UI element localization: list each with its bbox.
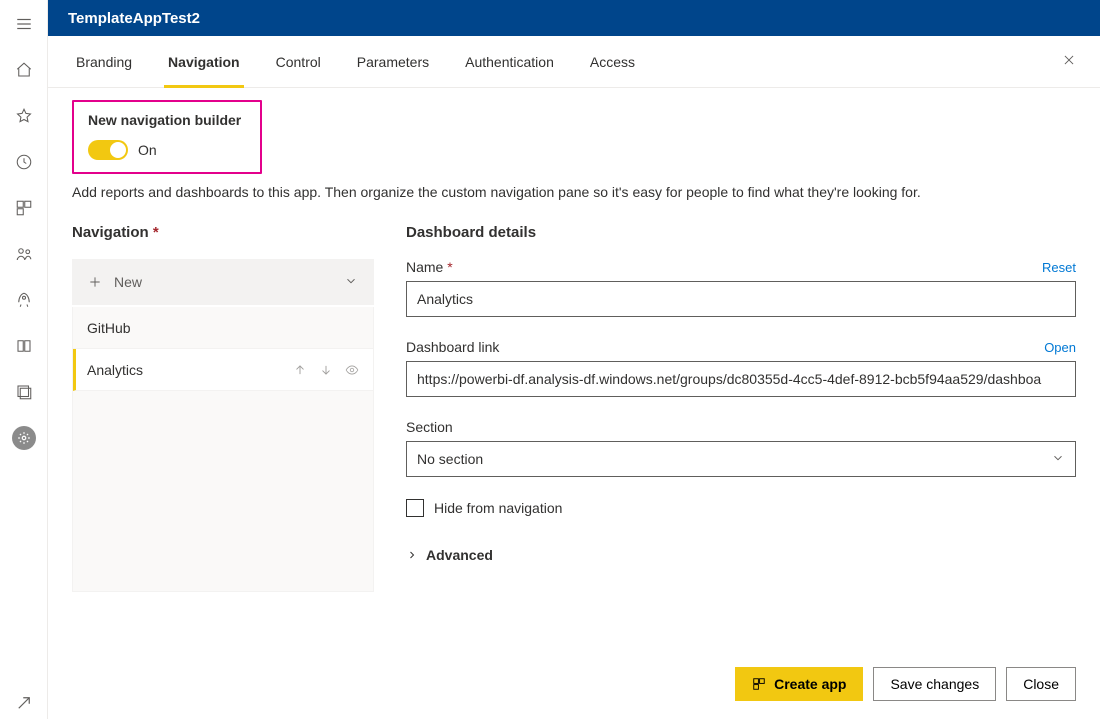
nav-builder-toggle[interactable] [88,140,128,160]
learn-icon[interactable] [8,330,40,362]
close-button[interactable]: Close [1006,667,1076,701]
new-label: New [114,274,142,290]
link-label: Dashboard link [406,339,499,355]
open-link[interactable]: Open [1044,340,1076,355]
section-select[interactable]: No section [406,441,1076,477]
nav-builder-heading: New navigation builder [88,112,246,128]
tab-label: Access [590,54,635,70]
visibility-icon[interactable] [345,363,359,377]
content-panel: New navigation builder On Add reports an… [48,88,1100,653]
nav-item-label: Analytics [87,362,143,378]
app-title: TemplateAppTest2 [68,10,200,27]
title-bar: TemplateAppTest2 [48,0,1100,36]
app-icon [752,677,766,691]
nav-item-analytics[interactable]: Analytics [73,349,373,391]
details-column: Dashboard details Name * Reset Dashboard… [406,224,1076,592]
left-nav-rail [0,0,48,719]
workspace-avatar-icon[interactable] [8,422,40,454]
tab-label: Parameters [357,54,429,70]
main-panel: TemplateAppTest2 Branding Navigation Con… [48,0,1100,719]
hide-checkbox[interactable] [406,499,424,517]
nav-builder-state: On [138,142,157,158]
button-label: Save changes [890,676,979,692]
nav-list-empty-area [73,391,373,591]
nav-item-actions [293,363,359,377]
details-heading: Dashboard details [406,224,1076,241]
get-data-icon[interactable] [8,687,40,719]
tab-access[interactable]: Access [586,36,639,87]
recent-icon[interactable] [8,146,40,178]
save-changes-button[interactable]: Save changes [873,667,996,701]
navigation-column: Navigation * New GitHub [72,224,374,592]
button-label: Create app [774,676,846,692]
tab-authentication[interactable]: Authentication [461,36,558,87]
section-label: Section [406,419,453,435]
name-label: Name [406,259,443,275]
move-up-icon[interactable] [293,363,307,377]
hide-label: Hide from navigation [434,500,562,516]
reset-link[interactable]: Reset [1042,260,1076,275]
navigation-heading: Navigation * [72,224,374,241]
move-down-icon[interactable] [319,363,333,377]
nav-item-github[interactable]: GitHub [73,307,373,349]
nav-item-label: GitHub [87,320,131,336]
tab-label: Authentication [465,54,554,70]
tab-navigation[interactable]: Navigation [164,36,244,87]
create-app-button[interactable]: Create app [735,667,863,701]
tab-label: Control [276,54,321,70]
dashboard-link-input[interactable] [406,361,1076,397]
hamburger-icon[interactable] [8,8,40,40]
chevron-down-icon [1051,451,1065,468]
chevron-right-icon [406,549,418,561]
nav-item-list: GitHub Analytics [72,307,374,592]
advanced-label: Advanced [426,547,493,563]
tab-branding[interactable]: Branding [72,36,136,87]
home-icon[interactable] [8,54,40,86]
new-nav-item-button[interactable]: New [72,259,374,305]
button-label: Close [1023,676,1059,692]
nav-builder-callout: New navigation builder On [72,100,262,174]
tab-label: Branding [76,54,132,70]
star-icon[interactable] [8,100,40,132]
footer-bar: Create app Save changes Close [48,653,1100,719]
shared-icon[interactable] [8,238,40,270]
heading-text: Navigation [72,224,149,241]
section-value: No section [417,451,483,467]
tab-parameters[interactable]: Parameters [353,36,433,87]
apps-icon[interactable] [8,192,40,224]
name-input[interactable] [406,281,1076,317]
required-asterisk: * [153,224,159,241]
tab-strip: Branding Navigation Control Parameters A… [48,36,1100,88]
description-text: Add reports and dashboards to this app. … [72,184,1076,200]
deployment-icon[interactable] [8,284,40,316]
chevron-down-icon [344,274,358,291]
required-asterisk: * [447,259,452,275]
tab-control[interactable]: Control [272,36,325,87]
plus-icon [88,275,102,289]
tab-label: Navigation [168,54,240,70]
advanced-toggle[interactable]: Advanced [406,547,1076,563]
workspaces-icon[interactable] [8,376,40,408]
close-icon[interactable] [1062,53,1076,70]
